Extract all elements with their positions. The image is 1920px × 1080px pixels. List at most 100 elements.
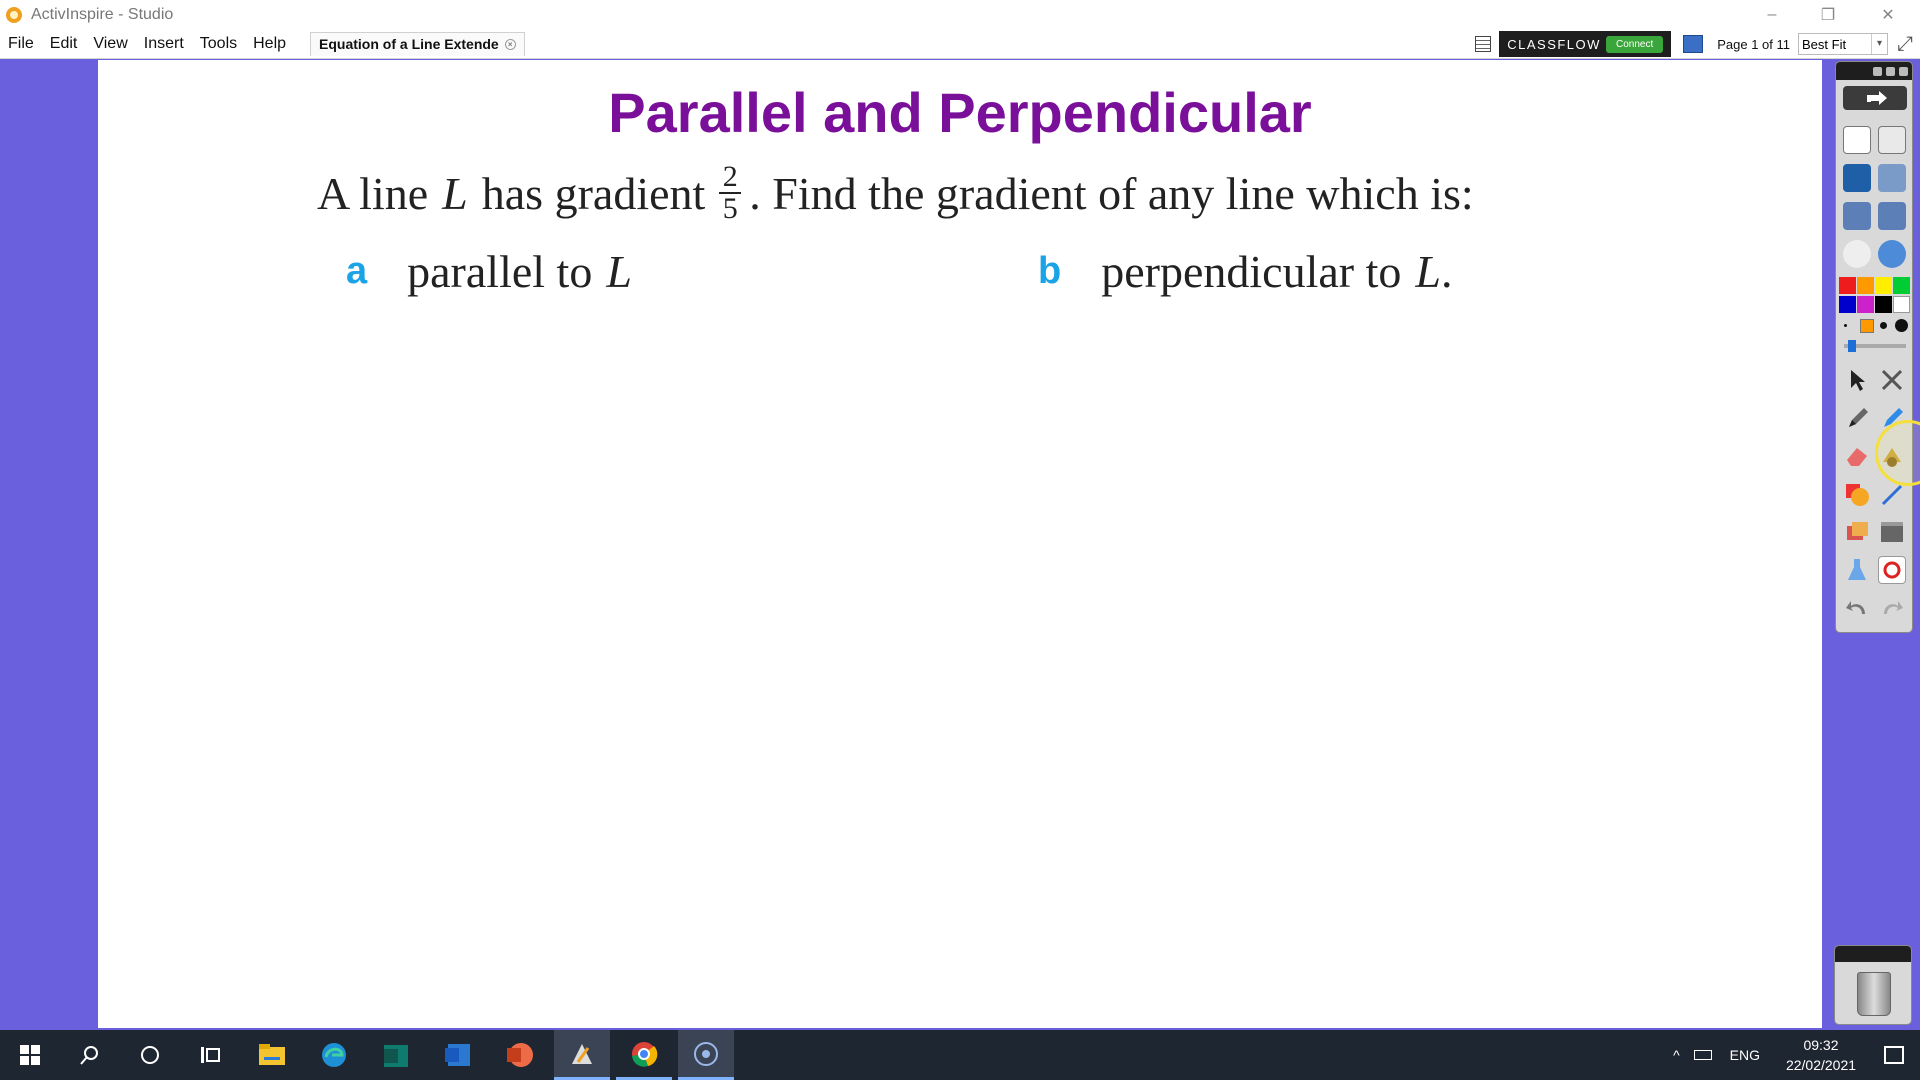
clock-time: 09:32 [1803,1037,1839,1053]
title-bar: ActivInspire - Studio – ❐ ✕ [0,0,1920,29]
pen-width-medium[interactable] [1880,322,1887,329]
part-a-text: parallel to [407,246,593,297]
previous-page-icon[interactable] [1843,202,1871,230]
share-icon[interactable] [1843,86,1907,110]
system-tray: ^ ENG 09:32 22/02/2021 [1673,1030,1920,1080]
recorder-icon[interactable] [678,1030,734,1080]
clear-icon[interactable] [1843,518,1871,546]
page-notes-icon[interactable] [1475,36,1492,52]
toolbox-close-icon[interactable] [1899,66,1908,76]
resource-library-icon[interactable] [1878,126,1906,154]
part-b-symbol: L [1415,246,1441,297]
pen-width-slider-handle[interactable] [1848,340,1856,352]
flipchart-tab-label: Equation of a Line Extende [319,36,499,52]
menu-insert[interactable]: Insert [136,29,192,59]
color-swatch-magenta[interactable] [1857,296,1874,313]
eraser-icon[interactable] [1843,442,1871,470]
search-icon[interactable] [62,1030,118,1080]
select-icon[interactable] [1843,366,1871,394]
shape-icon[interactable] [1843,480,1871,508]
color-swatch-blue[interactable] [1839,296,1856,313]
cortana-icon[interactable] [122,1030,178,1080]
trash-icon[interactable] [1857,972,1891,1016]
toolbox-pin-icon[interactable] [1886,66,1895,76]
flipchart-tab[interactable]: Equation of a Line Extende × [310,31,525,56]
page-grid-icon[interactable] [1683,35,1704,53]
zoom-select[interactable]: Best Fit ▾ [1798,33,1888,55]
activinspire-icon[interactable] [554,1030,610,1080]
tab-close-icon[interactable]: × [504,38,516,50]
gradient-denominator: 5 [722,192,738,225]
battery-icon[interactable] [1693,1050,1712,1060]
powerpoint-icon[interactable] [492,1030,548,1080]
part-a-symbol: L [606,246,632,297]
classflow-connect-button[interactable]: Connect [1605,35,1664,53]
question-text: A line L has gradient 2 5 . Find the gra… [317,162,1474,224]
flipchart-browser-icon[interactable] [1843,126,1871,154]
word-icon[interactable] [430,1030,486,1080]
refresh-icon[interactable] [1878,556,1906,584]
part-b: b perpendicular to L . [1038,245,1452,298]
question-middle: has gradient [481,167,706,219]
part-a: a parallel to L [346,245,632,298]
toolbox-menu-icon[interactable] [1873,66,1882,76]
main-toolbox [1835,61,1913,633]
redo-icon[interactable] [1878,594,1906,622]
gradient-numerator: 2 [722,160,738,193]
chrome-icon[interactable] [616,1030,672,1080]
menu-right-controls: CLASSFLOW Connect Page 1 of 11 Best Fit … [1475,29,1920,59]
color-swatch-orange[interactable] [1857,277,1874,294]
part-a-letter: a [346,250,368,292]
restore-button[interactable]: ❐ [1800,0,1856,29]
next-page-icon[interactable] [1878,202,1906,230]
undo-icon[interactable] [1843,594,1871,622]
magic-ink-icon[interactable] [1878,366,1906,394]
pen-width-small[interactable] [1860,319,1874,333]
zoom-value: Best Fit [1802,36,1847,52]
page-indicator: Page 1 of 11 [1717,36,1790,52]
menu-help[interactable]: Help [245,29,294,59]
part-b-letter: b [1038,250,1062,292]
pen-icon[interactable] [1843,404,1871,432]
start-icon[interactable] [2,1030,58,1080]
window-title: ActivInspire - Studio [31,5,174,23]
pen-width-tiny[interactable] [1844,324,1847,327]
menu-tools[interactable]: Tools [192,29,245,59]
color-swatch-yellow[interactable] [1875,277,1892,294]
task-view-icon[interactable] [182,1030,238,1080]
question-suffix: . Find the gradient of any line which is… [749,167,1474,219]
menu-edit[interactable]: Edit [42,29,86,59]
menu-view[interactable]: View [85,29,135,59]
tools-icon[interactable] [1878,164,1906,192]
camera-icon[interactable] [1878,518,1906,546]
language-indicator[interactable]: ENG [1730,1047,1760,1063]
activinspire-app-icon [6,6,22,23]
publisher-icon[interactable] [368,1030,424,1080]
color-swatch-black[interactable] [1875,296,1892,313]
pen-width-large[interactable] [1895,319,1908,332]
file-explorer-icon[interactable] [244,1030,300,1080]
color-swatch-white[interactable] [1893,296,1910,313]
tray-chevron-icon[interactable]: ^ [1673,1047,1680,1063]
reset-page-icon[interactable] [1843,556,1871,584]
chevron-down-icon: ▾ [1871,34,1887,54]
flipchart-canvas[interactable]: Parallel and Perpendicular A line L has … [98,60,1822,1028]
web-browser-icon[interactable] [1878,240,1906,268]
color-swatch-red[interactable] [1839,277,1856,294]
handwriting-icon[interactable] [1843,164,1871,192]
minimize-button[interactable]: – [1744,0,1800,29]
edge-icon[interactable] [306,1030,362,1080]
trash-header[interactable] [1835,946,1911,962]
close-window-button[interactable]: ✕ [1860,0,1916,29]
slide-title: Parallel and Perpendicular [608,81,1312,144]
color-swatch-green[interactable] [1893,277,1910,294]
question-prefix: A line [317,167,429,219]
clock[interactable]: 09:32 22/02/2021 [1776,1035,1866,1075]
menu-file[interactable]: File [0,29,42,59]
toolbox-header[interactable] [1836,62,1912,80]
classflow-label: CLASSFLOW [1507,36,1601,52]
play-icon[interactable] [1843,240,1871,268]
line-symbol: L [442,167,468,219]
fullscreen-icon[interactable]: ⤢ [1894,33,1916,55]
notifications-icon[interactable] [1884,1046,1904,1064]
